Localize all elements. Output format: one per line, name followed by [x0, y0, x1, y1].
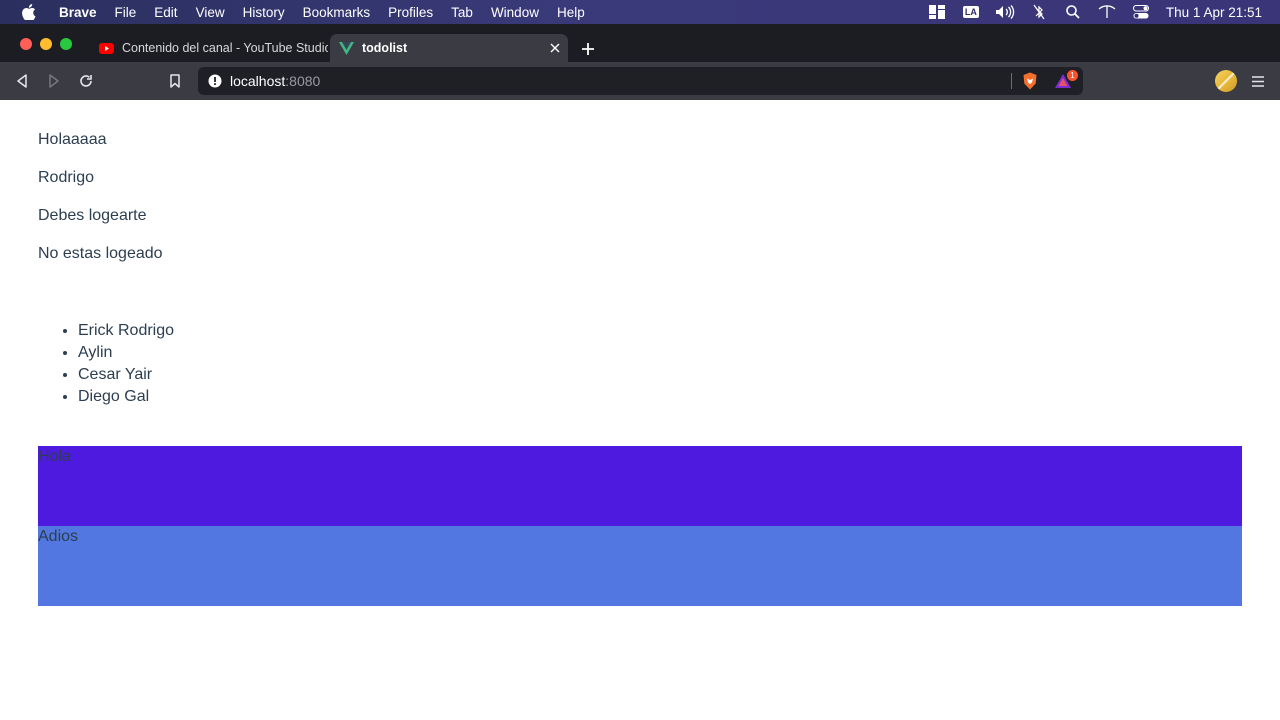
new-tab-button[interactable]: [578, 39, 598, 59]
hola-label: Hola: [38, 448, 71, 465]
window-controls: [20, 38, 72, 50]
zoom-window-button[interactable]: [60, 38, 72, 50]
menu-app-brave[interactable]: Brave: [50, 5, 106, 20]
browser-toolbar: localhost:8080 1: [0, 62, 1280, 100]
close-tab-icon[interactable]: [544, 37, 566, 59]
url-text[interactable]: localhost:8080: [230, 73, 320, 89]
spotlight-search-icon[interactable]: [1056, 0, 1090, 24]
tab-youtube-studio[interactable]: Contenido del canal - YouTube Studio: [90, 34, 328, 62]
apple-icon[interactable]: [20, 3, 38, 21]
dashboard-icon[interactable]: [920, 0, 954, 24]
menu-view[interactable]: View: [187, 5, 234, 20]
profile-avatar[interactable]: [1215, 70, 1237, 92]
brave-shields-icon[interactable]: [1020, 71, 1040, 91]
menu-edit[interactable]: Edit: [145, 5, 186, 20]
list-item: Diego Gal: [78, 386, 174, 408]
rewards-badge: 1: [1067, 70, 1078, 81]
brave-rewards-icon[interactable]: 1: [1054, 70, 1078, 91]
user-name-text: Rodrigo: [38, 169, 95, 186]
names-list: Erick Rodrigo Aylin Cesar Yair Diego Gal: [78, 320, 174, 408]
bluetooth-off-icon[interactable]: [1022, 0, 1056, 24]
tab-todolist[interactable]: todolist: [330, 34, 568, 62]
url-port: :8080: [285, 73, 321, 89]
vue-icon: [338, 40, 354, 56]
menu-bar-clock[interactable]: Thu 1 Apr 21:51: [1158, 5, 1280, 20]
hola-block: Hola: [38, 446, 1242, 526]
address-bar[interactable]: localhost:8080 1: [198, 67, 1083, 95]
close-window-button[interactable]: [20, 38, 32, 50]
macos-menu-bar: Brave File Edit View History Bookmarks P…: [0, 0, 1280, 24]
menu-profiles[interactable]: Profiles: [379, 5, 442, 20]
url-host: localhost: [230, 73, 286, 89]
tab-title: Contenido del canal - YouTube Studio: [122, 41, 328, 55]
address-bar-divider: [1011, 73, 1012, 89]
list-item: Cesar Yair: [78, 364, 174, 386]
browser-tab-strip: Contenido del canal - YouTube Studio tod…: [0, 24, 1280, 62]
login-status-text: No estas logeado: [38, 245, 163, 262]
wifi-off-icon[interactable]: [1090, 0, 1124, 24]
menu-tab[interactable]: Tab: [442, 5, 482, 20]
back-button[interactable]: [10, 69, 34, 93]
login-prompt-text: Debes logearte: [38, 207, 147, 224]
input-source-label: LA: [962, 6, 979, 18]
menu-help[interactable]: Help: [548, 5, 594, 20]
site-info-icon[interactable]: [200, 67, 230, 95]
reload-button[interactable]: [74, 69, 98, 93]
adios-block: Adios: [38, 526, 1242, 606]
list-item: Aylin: [78, 342, 174, 364]
forward-button[interactable]: [42, 69, 66, 93]
page-content: Holaaaaa Rodrigo Debes logearte No estas…: [0, 100, 1280, 720]
tab-title: todolist: [362, 41, 408, 55]
input-source-icon[interactable]: LA: [954, 0, 988, 24]
list-item: Erick Rodrigo: [78, 320, 174, 342]
menu-history[interactable]: History: [234, 5, 294, 20]
menu-bookmarks[interactable]: Bookmarks: [294, 5, 380, 20]
control-center-icon[interactable]: [1124, 0, 1158, 24]
menu-icon[interactable]: [1248, 71, 1268, 91]
minimize-window-button[interactable]: [40, 38, 52, 50]
bookmark-icon[interactable]: [163, 69, 187, 93]
adios-label: Adios: [38, 528, 79, 545]
menu-file[interactable]: File: [106, 5, 146, 20]
greeting-text: Holaaaaa: [38, 131, 107, 148]
youtube-icon: [98, 40, 114, 56]
volume-icon[interactable]: [988, 0, 1022, 24]
menu-window[interactable]: Window: [482, 5, 548, 20]
